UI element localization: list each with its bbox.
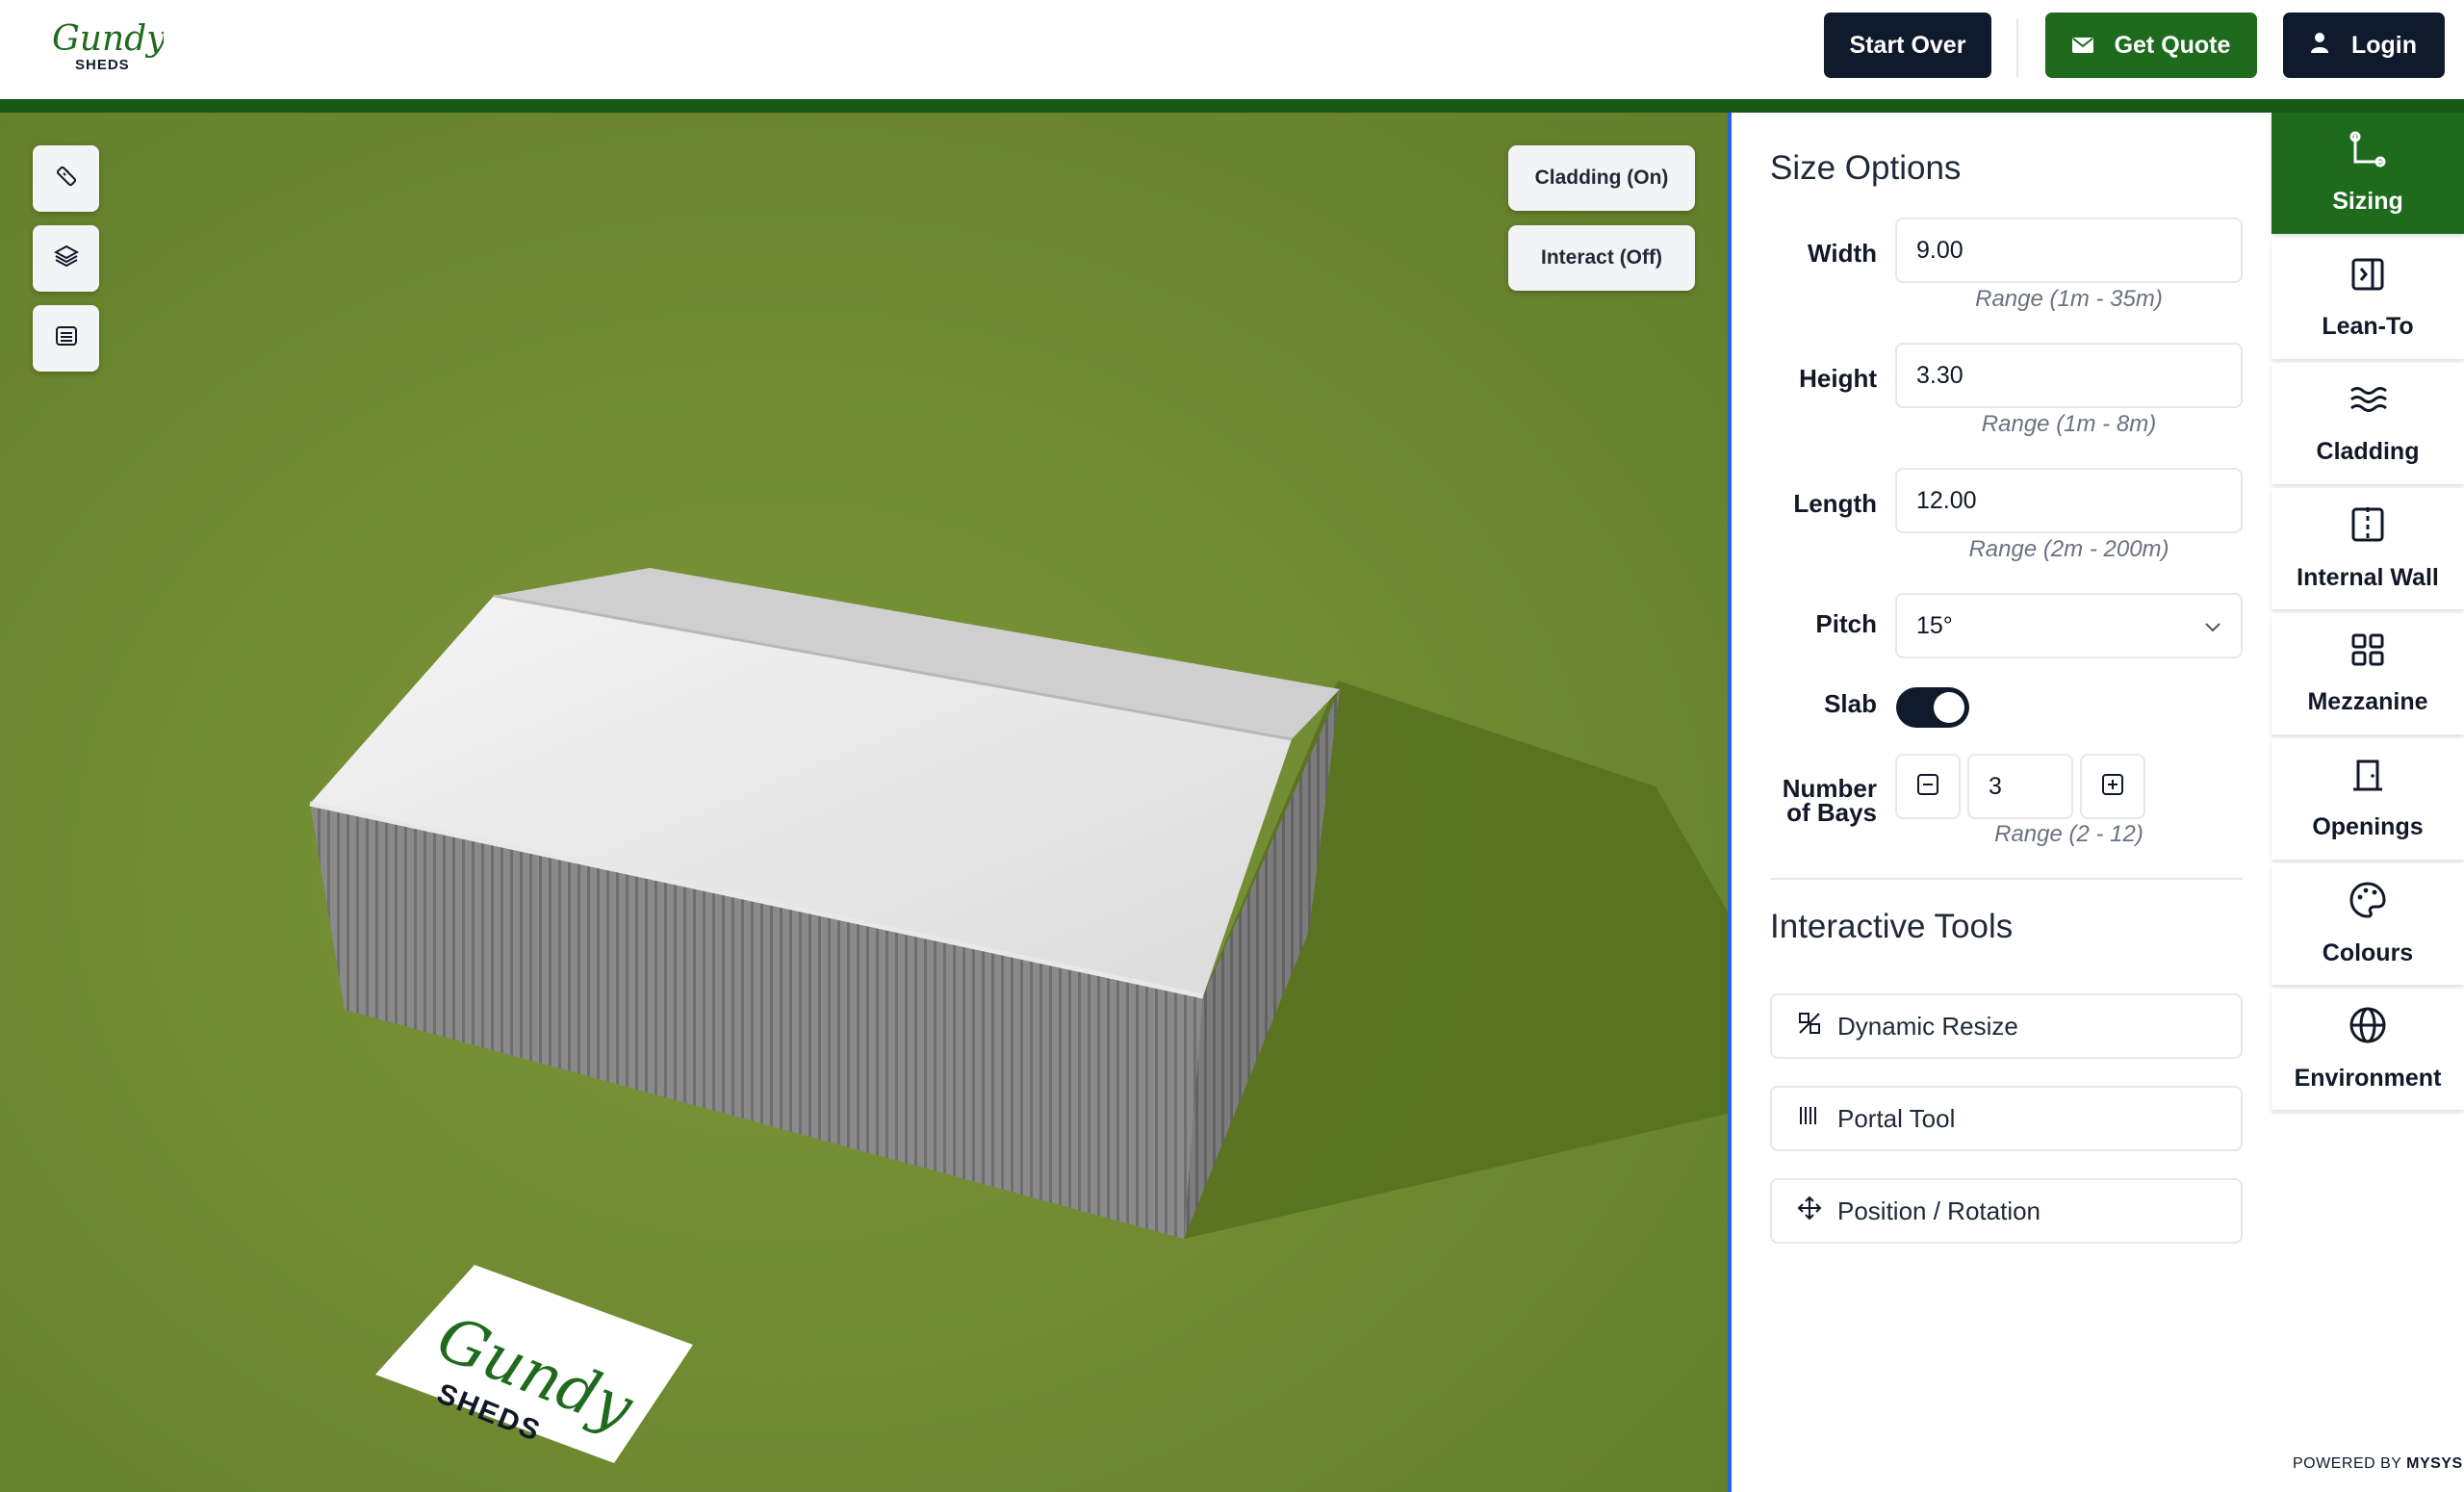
right-nav-rail: Sizing Lean-To Cladding Internal Wall Me… — [2272, 113, 2464, 1492]
envelope-icon — [2071, 32, 2093, 60]
length-label: Length — [1793, 489, 1877, 518]
slab-toggle-knob — [1934, 692, 1964, 723]
minus-square-icon — [1916, 773, 1939, 801]
bays-range: Range (2 - 12) — [1994, 821, 2143, 847]
rail-item-openings[interactable]: Openings — [2272, 738, 2464, 860]
height-input[interactable]: 3.30 — [1895, 343, 2243, 408]
logo-script: Gundy — [52, 19, 164, 59]
size-options-title: Size Options — [1770, 149, 1962, 187]
position-rotation-button[interactable]: Position / Rotation — [1770, 1178, 2243, 1244]
powered-by-credit[interactable]: POWERED BY MYSYS — [2293, 1455, 2463, 1473]
rail-label-internal-wall: Internal Wall — [2297, 564, 2439, 591]
3d-viewport[interactable]: Gundy SHEDS Cladding (On) Interact (Off) — [0, 113, 1728, 1492]
bays-label: Number of Bays — [1770, 776, 1877, 827]
rail-label-lean-to: Lean-To — [2322, 313, 2414, 340]
position-rotation-label: Position / Rotation — [1837, 1196, 2041, 1225]
gundy-sheds-logo[interactable]: Gundy SHEDS — [50, 13, 167, 73]
pitch-value: 15° — [1916, 611, 1953, 639]
layers-icon — [53, 244, 79, 273]
rail-item-lean-to[interactable]: Lean-To — [2272, 238, 2464, 359]
slab-toggle[interactable] — [1896, 687, 1969, 728]
length-input[interactable]: 12.00 — [1895, 468, 2243, 533]
length-range: Range (2m - 200m) — [1968, 536, 2169, 562]
logo-sub: SHEDS — [75, 57, 130, 73]
globe-icon — [2348, 1006, 2387, 1051]
portal-tool-button[interactable]: Portal Tool — [1770, 1086, 2243, 1151]
start-over-label: Start Over — [1849, 31, 1966, 59]
rail-item-cladding[interactable]: Cladding — [2272, 363, 2464, 484]
lean-to-icon — [2349, 256, 2386, 299]
cladding-icon — [2348, 381, 2387, 424]
rail-label-cladding: Cladding — [2316, 438, 2420, 465]
internal-wall-icon — [2349, 505, 2386, 551]
list-tool-button[interactable] — [33, 305, 99, 372]
plus-square-icon — [2101, 773, 2124, 801]
openings-icon — [2349, 757, 2386, 800]
pitch-select[interactable]: 15° — [1895, 593, 2243, 658]
width-label: Width — [1808, 239, 1877, 268]
bays-increment-button[interactable] — [2080, 754, 2145, 819]
rail-label-sizing: Sizing — [2332, 188, 2403, 215]
list-icon — [55, 324, 78, 352]
rail-item-mezzanine[interactable]: Mezzanine — [2272, 613, 2464, 734]
rail-item-sizing[interactable]: Sizing — [2272, 113, 2464, 234]
portal-tool-label: Portal Tool — [1837, 1103, 1956, 1133]
columns-icon — [1797, 1103, 1822, 1135]
bays-input[interactable]: 3 — [1967, 754, 2073, 819]
rail-item-colours[interactable]: Colours — [2272, 863, 2464, 985]
rail-label-openings: Openings — [2312, 813, 2424, 840]
start-over-button[interactable]: Start Over — [1824, 13, 1991, 78]
interactive-tools-title: Interactive Tools — [1770, 908, 2014, 945]
size-options-panel: Size Options Width 9.00 Range (1m - 35m)… — [1728, 113, 2272, 1492]
height-range: Range (1m - 8m) — [1981, 411, 2157, 437]
rail-label-mezzanine: Mezzanine — [2307, 688, 2428, 715]
pitch-label: Pitch — [1815, 609, 1877, 638]
chevron-down-icon — [2204, 612, 2221, 640]
sizing-icon — [2349, 131, 2386, 174]
app-header: Gundy SHEDS Start Over Get Quote Login — [0, 0, 2464, 99]
resize-icon — [1797, 1011, 1822, 1042]
measure-tool-button[interactable] — [33, 145, 99, 212]
slab-label: Slab — [1824, 689, 1877, 718]
get-quote-label: Get Quote — [2114, 31, 2231, 59]
dynamic-resize-button[interactable]: Dynamic Resize — [1770, 993, 2243, 1059]
user-icon — [2310, 32, 2328, 60]
rail-label-environment: Environment — [2294, 1065, 2442, 1092]
shed-scene: Gundy SHEDS — [0, 113, 1728, 1492]
ruler-icon — [54, 164, 79, 193]
interact-toggle-button[interactable]: Interact (Off) — [1508, 225, 1695, 291]
width-range: Range (1m - 35m) — [1975, 286, 2163, 312]
palette-icon — [2348, 881, 2387, 926]
cladding-toggle-button[interactable]: Cladding (On) — [1508, 145, 1695, 211]
move-icon — [1797, 1196, 1822, 1227]
header-accent-bar — [0, 99, 2464, 113]
powered-by-brand: MYSYS — [2406, 1455, 2463, 1472]
get-quote-button[interactable]: Get Quote — [2045, 13, 2257, 78]
bays-decrement-button[interactable] — [1895, 754, 1961, 819]
powered-by-prefix: POWERED BY — [2293, 1455, 2402, 1472]
layers-tool-button[interactable] — [33, 225, 99, 292]
login-label: Login — [2350, 31, 2418, 59]
bays-label-line2: of Bays — [1786, 798, 1877, 827]
rail-item-internal-wall[interactable]: Internal Wall — [2272, 488, 2464, 609]
dynamic-resize-label: Dynamic Resize — [1837, 1011, 2018, 1041]
panel-divider — [1770, 878, 2243, 880]
width-input[interactable]: 9.00 — [1895, 218, 2243, 283]
height-label: Height — [1799, 364, 1877, 393]
login-button[interactable]: Login — [2283, 13, 2445, 78]
rail-item-environment[interactable]: Environment — [2272, 989, 2464, 1110]
rail-label-colours: Colours — [2322, 939, 2414, 966]
mezzanine-icon — [2349, 631, 2386, 675]
header-divider — [2016, 19, 2018, 77]
